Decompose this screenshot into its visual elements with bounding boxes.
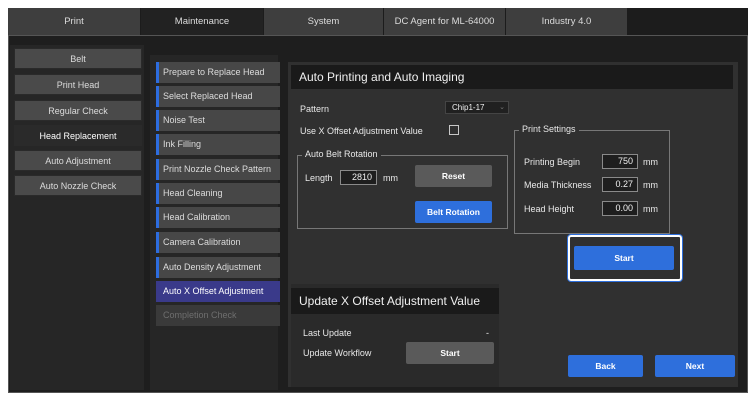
media-thickness-unit: mm <box>643 180 658 190</box>
length-label: Length <box>305 173 333 183</box>
media-thickness-label: Media Thickness <box>524 180 592 190</box>
reset-button[interactable]: Reset <box>415 165 492 187</box>
length-field[interactable]: 2810 <box>340 170 377 185</box>
pattern-label: Pattern <box>300 104 330 114</box>
update-panel-title: Update X Offset Adjustment Value <box>291 288 499 314</box>
top-tab-bar: Print Maintenance System DC Agent for ML… <box>8 8 748 35</box>
tab-industry-4[interactable]: Industry 4.0 <box>506 8 628 35</box>
printing-begin-unit: mm <box>643 157 658 167</box>
use-x-offset-label: Use X Offset Adjustment Value <box>300 126 423 136</box>
belt-rotation-button[interactable]: Belt Rotation <box>415 201 492 223</box>
start-button[interactable]: Start <box>574 246 674 270</box>
auto-panel-title: Auto Printing and Auto Imaging <box>291 65 733 89</box>
step-print-nozzle-check[interactable]: Print Nozzle Check Pattern <box>156 159 280 180</box>
head-height-unit: mm <box>643 204 658 214</box>
belt-rotation-group-title: Auto Belt Rotation <box>302 149 381 159</box>
last-update-value: - <box>486 328 489 338</box>
media-thickness-field[interactable]: 0.27 <box>602 177 638 192</box>
nav-item-auto-adjustment[interactable]: Auto Adjustment <box>14 150 142 171</box>
left-nav: Belt Print Head Regular Check Head Repla… <box>10 45 144 390</box>
back-button[interactable]: Back <box>568 355 643 377</box>
use-x-offset-checkbox[interactable] <box>449 125 459 135</box>
nav-item-auto-nozzle-check[interactable]: Auto Nozzle Check <box>14 175 142 196</box>
step-head-cleaning[interactable]: Head Cleaning <box>156 183 280 204</box>
step-noise-test[interactable]: Noise Test <box>156 110 280 131</box>
length-unit: mm <box>383 173 398 183</box>
print-settings-title: Print Settings <box>519 124 579 134</box>
pattern-value: Chip1-17 <box>452 103 485 112</box>
step-select-replaced-head[interactable]: Select Replaced Head <box>156 86 280 107</box>
step-ink-filling[interactable]: Ink Filling <box>156 134 280 155</box>
head-height-label: Head Height <box>524 204 575 214</box>
step-auto-density[interactable]: Auto Density Adjustment <box>156 257 280 278</box>
update-workflow-label: Update Workflow <box>303 348 372 358</box>
tab-system[interactable]: System <box>264 8 384 35</box>
main-panel: Auto Printing and Auto Imaging Pattern C… <box>288 62 738 387</box>
nav-item-head-replacement[interactable]: Head Replacement <box>14 125 142 146</box>
tab-dc-agent[interactable]: DC Agent for ML-64000 <box>384 8 506 35</box>
step-prepare-replace-head[interactable]: Prepare to Replace Head <box>156 62 280 83</box>
step-auto-x-offset[interactable]: Auto X Offset Adjustment <box>156 281 280 302</box>
app-window: Print Maintenance System DC Agent for ML… <box>0 0 755 398</box>
last-update-label: Last Update <box>303 328 352 338</box>
step-head-calibration[interactable]: Head Calibration <box>156 207 280 228</box>
printing-begin-label: Printing Begin <box>524 157 581 167</box>
step-camera-calibration[interactable]: Camera Calibration <box>156 232 280 253</box>
workflow-steps: Prepare to Replace Head Select Replaced … <box>150 55 280 390</box>
step-completion-check: Completion Check <box>156 305 280 326</box>
printing-begin-field[interactable]: 750 <box>602 154 638 169</box>
update-start-button[interactable]: Start <box>406 342 494 364</box>
nav-item-belt[interactable]: Belt <box>14 48 142 69</box>
chevron-down-icon: ⌄ <box>499 104 505 111</box>
nav-item-print-head[interactable]: Print Head <box>14 74 142 95</box>
tab-print[interactable]: Print <box>8 8 141 35</box>
head-height-field[interactable]: 0.00 <box>602 201 638 216</box>
pattern-select[interactable]: Chip1-17 ⌄ <box>445 101 509 114</box>
nav-item-regular-check[interactable]: Regular Check <box>14 100 142 121</box>
tab-maintenance[interactable]: Maintenance <box>141 8 264 35</box>
next-button[interactable]: Next <box>655 355 735 377</box>
